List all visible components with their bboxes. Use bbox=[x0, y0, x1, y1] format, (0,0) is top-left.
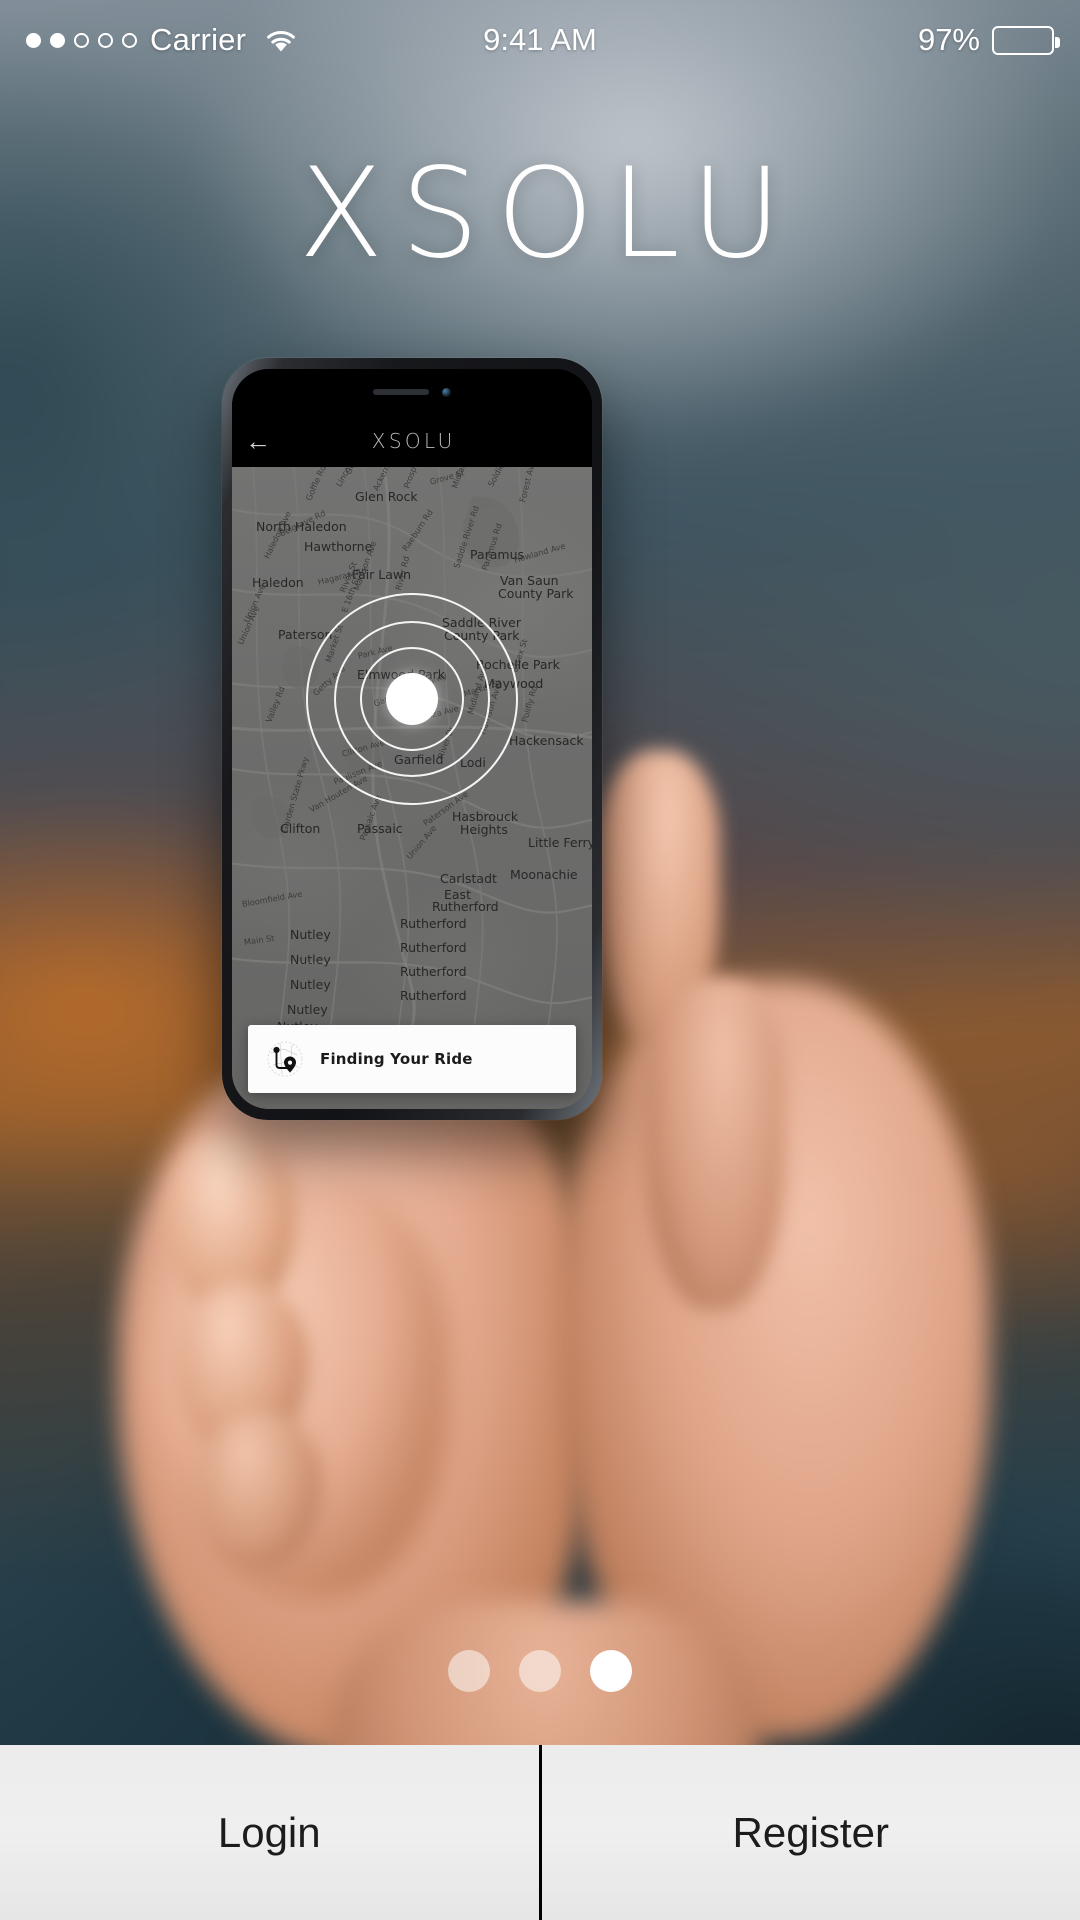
map-town-label: Rutherford bbox=[400, 940, 467, 955]
map-town-label: Hackensack bbox=[509, 733, 584, 748]
map-town-label: Rutherford bbox=[400, 988, 467, 1003]
phone-screen: ← XSOLU North Haledon Glen Rock Hawthorn… bbox=[232, 369, 592, 1109]
wifi-icon bbox=[267, 30, 296, 51]
pagination-dot-2[interactable] bbox=[519, 1650, 561, 1692]
route-icon bbox=[264, 1038, 306, 1080]
map-town-label: Rutherford bbox=[400, 964, 467, 979]
map-town-label: Little Ferry bbox=[528, 835, 592, 850]
login-button[interactable]: Login bbox=[0, 1745, 539, 1920]
battery-icon bbox=[992, 25, 1060, 55]
map-town-label: Rutherford bbox=[400, 916, 467, 931]
app-logo-wordmark: XSOLU bbox=[298, 142, 799, 286]
status-bar: Carrier 9:41 AM 97% bbox=[0, 0, 1080, 80]
finding-ride-card[interactable]: Finding Your Ride bbox=[248, 1025, 576, 1093]
current-location-dot bbox=[386, 673, 438, 725]
map-town-label: Glen Rock bbox=[355, 489, 418, 504]
pagination-dot-1[interactable] bbox=[448, 1650, 490, 1692]
signal-strength-icon bbox=[26, 32, 137, 48]
pagination-dots[interactable] bbox=[0, 1650, 1080, 1692]
map-town-label: Carlstadt bbox=[440, 871, 497, 886]
phone-notch bbox=[232, 369, 592, 415]
map-town-label: Nutley bbox=[290, 977, 331, 992]
battery-percent-label: 97% bbox=[917, 22, 980, 57]
map-town-label: Nutley bbox=[290, 927, 331, 942]
phone-mockup: ← XSOLU North Haledon Glen Rock Hawthorn… bbox=[222, 358, 602, 1120]
map-view[interactable]: North Haledon Glen Rock Hawthorne Fair Lawn… bbox=[232, 467, 592, 1109]
auth-action-bar: Login Register bbox=[0, 1745, 1080, 1920]
radar-search-animation bbox=[306, 593, 518, 805]
map-town-label: Nutley bbox=[290, 952, 331, 967]
front-camera-icon bbox=[442, 387, 451, 397]
in-app-title: XSOLU bbox=[371, 429, 456, 453]
hand-finger bbox=[645, 980, 785, 1310]
carrier-label: Carrier bbox=[150, 22, 247, 57]
back-icon[interactable]: ← bbox=[232, 428, 284, 454]
map-town-label: Hawthorne bbox=[304, 539, 373, 554]
map-town-label: Heights bbox=[460, 822, 508, 837]
earpiece-speaker-icon bbox=[373, 389, 429, 395]
in-app-header: ← XSOLU bbox=[232, 415, 592, 467]
map-town-label: Nutley bbox=[287, 1002, 328, 1017]
clock: 9:41 AM bbox=[483, 22, 597, 57]
finding-ride-label: Finding Your Ride bbox=[320, 1050, 473, 1068]
map-town-label: Rutherford bbox=[432, 899, 499, 914]
register-button[interactable]: Register bbox=[538, 1745, 1080, 1920]
pagination-dot-3[interactable] bbox=[590, 1650, 632, 1692]
map-town-label: Moonachie bbox=[510, 867, 578, 882]
